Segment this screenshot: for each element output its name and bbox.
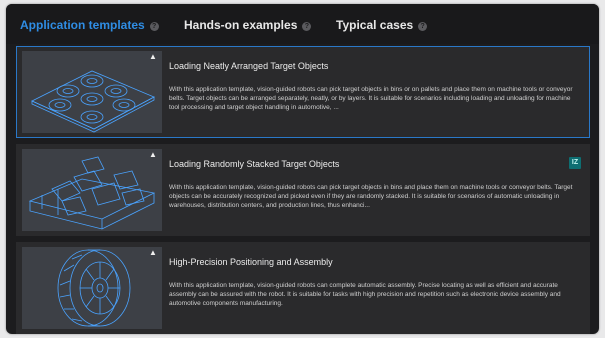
app-badge-icon: IZ [569, 157, 581, 169]
tab-application-templates[interactable]: Application templates? [20, 17, 159, 33]
template-list: ▲ Loading Neatly Arranged Target Objects… [16, 46, 590, 334]
template-thumbnail: ▲ [22, 149, 162, 231]
tab-bar: Application templates? Hands-on examples… [6, 4, 599, 44]
template-card-randomly-stacked[interactable]: ▲ Loading Randomly Stacked Target Object… [16, 144, 590, 236]
neatly-arranged-objects-illustration [31, 70, 155, 133]
tire-wheel-illustration [57, 249, 131, 327]
cloud-download-icon[interactable]: ▲ [148, 151, 158, 159]
tab-label: Application templates [20, 18, 145, 32]
template-title: Loading Neatly Arranged Target Objects [169, 61, 329, 71]
template-title: Loading Randomly Stacked Target Objects [169, 159, 340, 169]
randomly-stacked-objects-illustration [28, 156, 156, 230]
tab-label: Hands-on examples [184, 18, 298, 32]
help-icon[interactable]: ? [418, 22, 428, 31]
template-title: High-Precision Positioning and Assembly [169, 257, 333, 267]
cloud-download-icon[interactable]: ▲ [148, 249, 158, 257]
cloud-download-icon[interactable]: ▲ [148, 53, 158, 61]
template-card-high-precision-assembly[interactable]: ▲ High-Precision Positioning and Assembl… [16, 242, 590, 334]
help-icon[interactable]: ? [302, 22, 312, 31]
template-thumbnail: ▲ [22, 247, 162, 329]
tab-label: Typical cases [336, 18, 414, 32]
template-thumbnail: ▲ [22, 51, 162, 133]
template-description: With this application template, vision-g… [169, 282, 561, 307]
template-description: With this application template, vision-g… [169, 184, 573, 209]
template-description: With this application template, vision-g… [169, 86, 573, 111]
template-card-neatly-arranged[interactable]: ▲ Loading Neatly Arranged Target Objects… [16, 46, 590, 138]
help-icon[interactable]: ? [149, 22, 159, 31]
template-window: Application templates? Hands-on examples… [6, 4, 599, 334]
tab-hands-on-examples[interactable]: Hands-on examples? [184, 17, 312, 33]
tab-typical-cases[interactable]: Typical cases? [336, 17, 428, 33]
